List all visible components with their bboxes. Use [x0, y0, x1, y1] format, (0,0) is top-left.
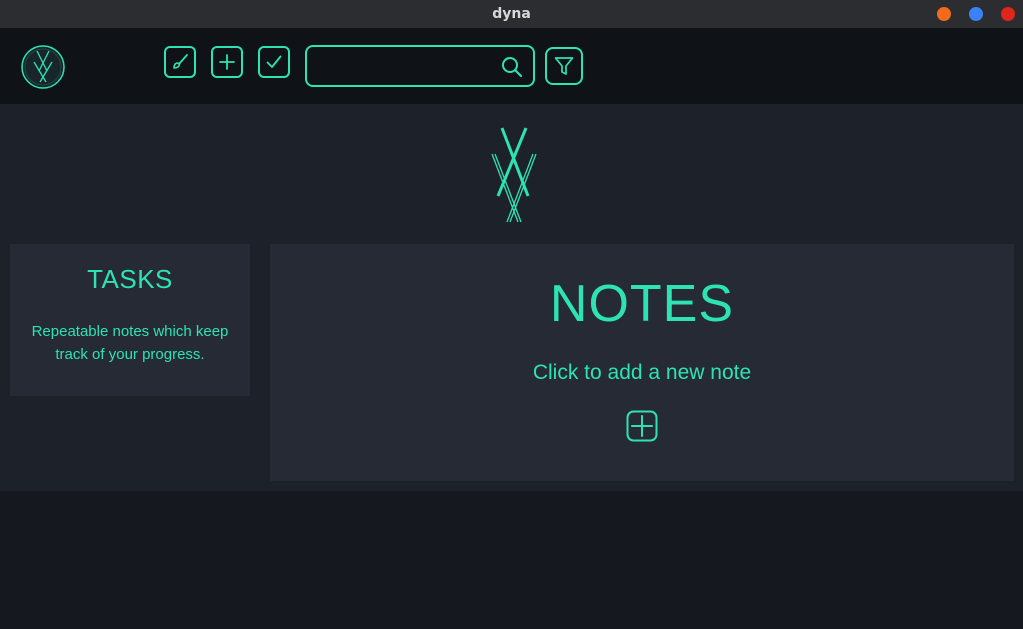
- window-title: dyna: [492, 6, 531, 22]
- filter-icon: [554, 57, 574, 75]
- window-maximize-button[interactable]: [969, 7, 983, 21]
- toolbar: [0, 28, 1023, 104]
- window-minimize-button[interactable]: [937, 7, 951, 21]
- main-area: TASKS Repeatable notes which keep track …: [0, 104, 1023, 491]
- search-icon[interactable]: [500, 55, 524, 79]
- tasks-card[interactable]: TASKS Repeatable notes which keep track …: [10, 244, 250, 396]
- tasks-description: Repeatable notes which keep track of you…: [31, 323, 229, 363]
- window-close-button[interactable]: [1001, 7, 1015, 21]
- tasks-title: TASKS: [87, 264, 173, 294]
- add-button[interactable]: [211, 46, 243, 78]
- search-input[interactable]: [317, 55, 492, 77]
- check-button[interactable]: [258, 46, 290, 78]
- window-titlebar: dyna: [0, 0, 1023, 28]
- brush-icon: [173, 54, 188, 69]
- edit-button[interactable]: [164, 46, 196, 78]
- search-box[interactable]: [305, 45, 535, 87]
- check-icon: [266, 55, 282, 68]
- plus-icon: [219, 54, 235, 70]
- notes-title: NOTES: [549, 275, 735, 333]
- add-note-icon[interactable]: [626, 410, 658, 442]
- notes-card[interactable]: NOTES Click to add a new note: [270, 244, 1014, 481]
- dyna-logo-icon: [491, 127, 537, 223]
- bottom-area: [0, 491, 1023, 629]
- dyna-logo-icon[interactable]: [20, 44, 66, 90]
- notes-subtitle: Click to add a new note: [532, 361, 752, 384]
- filter-button[interactable]: [545, 47, 583, 85]
